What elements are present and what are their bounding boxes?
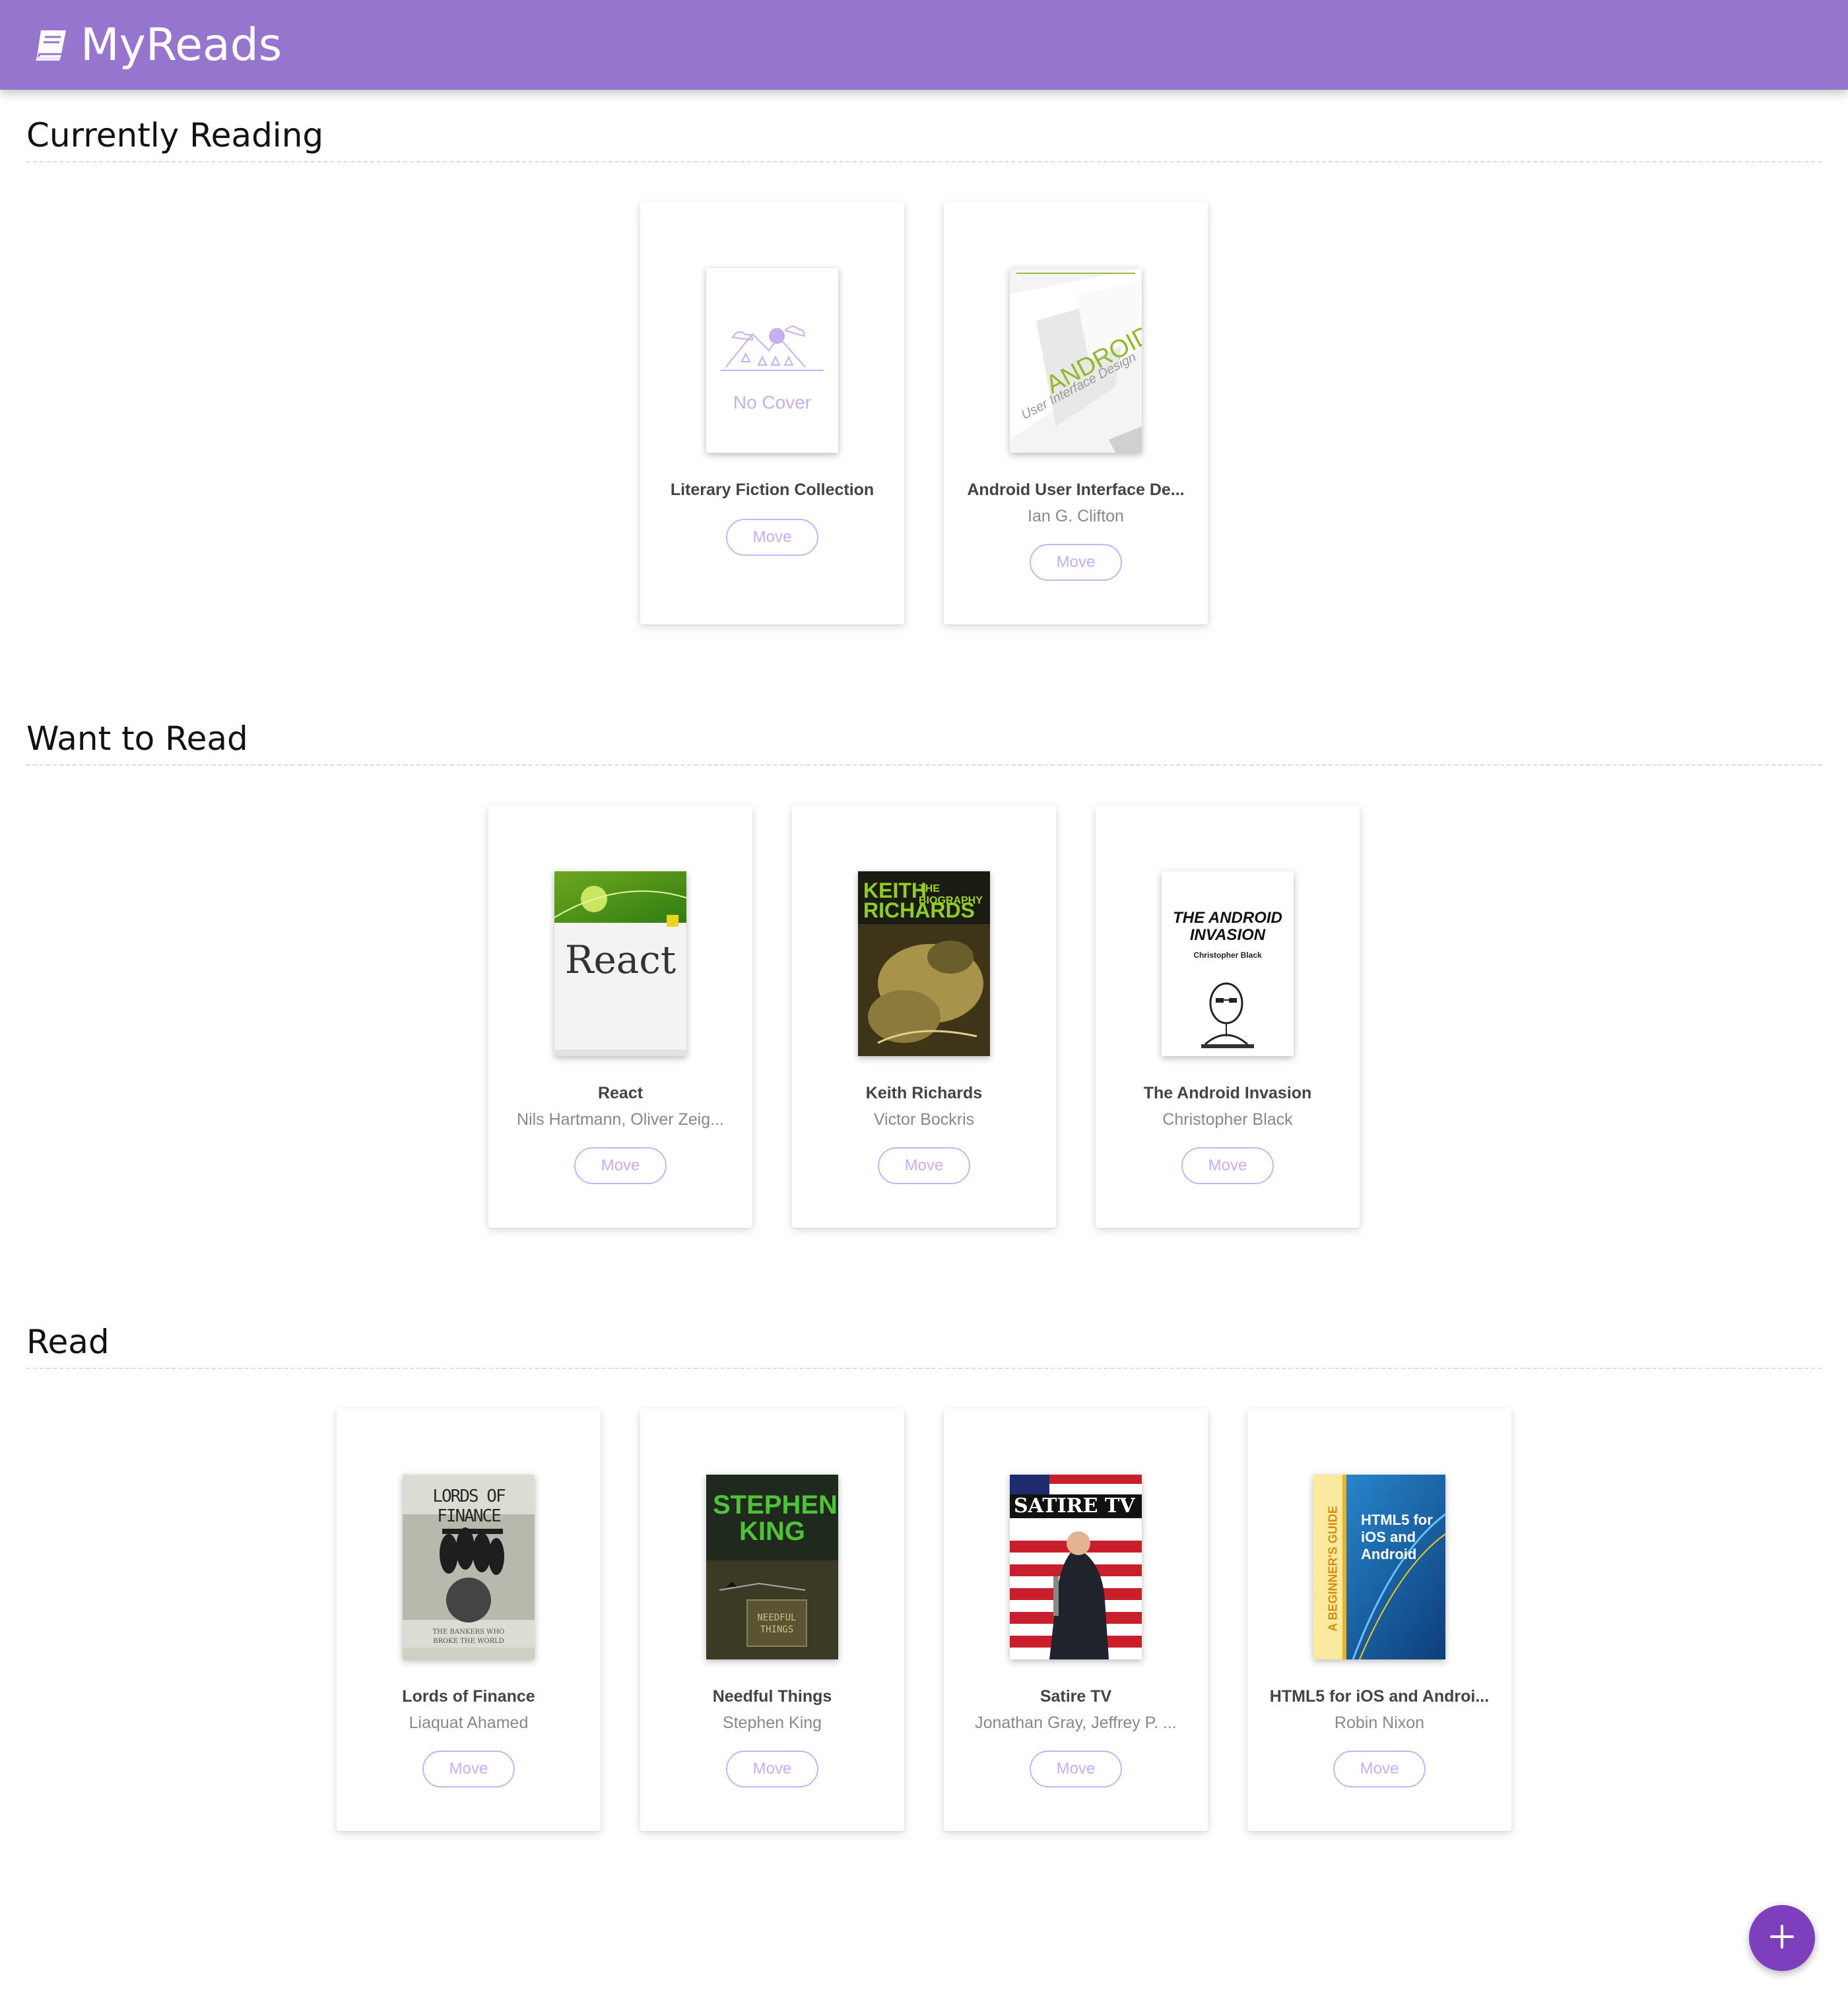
cover-text: HTML5 for iOS and Android [1361,1512,1433,1562]
book-title: Satire TV [1040,1687,1112,1706]
book-author: Victor Bockris [873,1110,975,1129]
shelf-books: React React Nils Hartmann, Oliver Zeig..… [26,766,1822,1228]
book-cover-html5: HTML5 for iOS and Android A BEGINNER'S G… [1313,1475,1445,1659]
move-button[interactable]: Move [726,1751,818,1787]
move-button[interactable]: Move [1333,1751,1426,1787]
shelf-title: Currently Reading [26,117,1822,162]
book-author: Robin Nixon [1334,1714,1425,1732]
cover-text: LORDS OF FINANCE [432,1486,506,1526]
book-cover-lords: LORDS OF FINANCE THE BANKERS WHO BROKE T… [403,1475,535,1659]
cover-text: THE ANDROID INVASION [1173,909,1282,944]
book-cover-needful: STEPHEN KING NEEDFUL THINGS [706,1475,838,1659]
book-title: Needful Things [712,1687,832,1706]
move-button[interactable]: Move [1030,544,1122,581]
book-cover-no-cover: No Cover [706,268,838,453]
book-author: Jonathan Gray, Jeffrey P. ... [975,1714,1177,1732]
app-title: MyReads [81,18,282,71]
move-button[interactable]: Move [878,1147,970,1184]
book-author: Liaquat Ahamed [409,1714,529,1732]
book-card[interactable]: SATIRE TV Satire TV Jonathan Gray, Jeffr… [944,1409,1208,1831]
book-icon [32,24,74,66]
book-title: Literary Fiction Collection [670,481,874,499]
move-button[interactable]: Move [726,519,818,556]
shelf-read: Read LORDS OF FINANCE THE BANKERS WHO BR… [26,1324,1822,1831]
shelf-currently-reading: Currently Reading No Cover Literary Fict… [26,117,1822,624]
shelf-title: Want to Read [26,721,1822,766]
book-title: React [597,1084,644,1102]
book-card[interactable]: React React Nils Hartmann, Oliver Zeig..… [488,805,752,1228]
book-author: Stephen King [722,1714,822,1732]
no-cover-label: No Cover [733,392,812,413]
cover-text: SATIRE TV [1014,1494,1135,1518]
cover-subtext: NEEDFUL THINGS [757,1613,797,1635]
book-card[interactable]: THE BIOGRAPHY KEITH RICHARDS Keith Richa… [792,805,1056,1228]
move-button[interactable]: Move [1181,1147,1274,1184]
book-card[interactable]: THE ANDROID INVASION Christopher Black T… [1096,805,1360,1228]
book-title: Lords of Finance [402,1687,535,1706]
app-header: MyReads [0,0,1848,90]
cover-subtext: THE BANKERS WHO BROKE THE WORLD [432,1628,505,1645]
cover-text: KEITH RICHARDS [863,879,975,922]
book-title: Android User Interface De... [967,481,1185,499]
book-author: Christopher Black [1162,1110,1293,1129]
book-title: HTML5 for iOS and Androi... [1269,1687,1490,1706]
book-cover-satire: SATIRE TV [1010,1475,1142,1659]
book-card[interactable]: HTML5 for iOS and Android A BEGINNER'S G… [1247,1409,1511,1831]
cover-subtext: A BEGINNER'S GUIDE [1326,1506,1340,1632]
book-cover-android-invasion: THE ANDROID INVASION Christopher Black [1162,871,1294,1056]
cover-text: STEPHEN KING [713,1490,838,1546]
move-button[interactable]: Move [422,1751,515,1787]
shelf-want-to-read: Want to Read React React Nils Hartmann, … [26,721,1822,1228]
add-book-button[interactable] [1749,1905,1815,1971]
book-card[interactable]: STEPHEN KING NEEDFUL THINGS Needful Thin… [640,1409,904,1831]
book-card[interactable]: ANDROID User Interface Design Android Us… [944,202,1208,624]
cover-subtext: Christopher Black [1193,951,1262,960]
book-cover-react: React [554,871,686,1056]
cover-text: React [564,937,676,982]
book-author: Nils Hartmann, Oliver Zeig... [517,1110,724,1129]
plus-icon [1767,1922,1797,1954]
book-title: Keith Richards [865,1084,983,1102]
book-cover-android-ui: ANDROID User Interface Design [1010,268,1142,453]
shelf-books: LORDS OF FINANCE THE BANKERS WHO BROKE T… [26,1369,1822,1831]
shelf-books: No Cover Literary Fiction Collection Mov… [26,162,1822,624]
move-button[interactable]: Move [1030,1751,1122,1787]
book-cover-keith: THE BIOGRAPHY KEITH RICHARDS [858,871,990,1056]
move-button[interactable]: Move [574,1147,667,1184]
book-card[interactable]: LORDS OF FINANCE THE BANKERS WHO BROKE T… [337,1409,601,1831]
book-title: The Android Invasion [1143,1084,1312,1102]
book-author: Ian G. Clifton [1028,507,1124,525]
book-card[interactable]: No Cover Literary Fiction Collection Mov… [640,202,904,624]
shelf-title: Read [26,1324,1822,1369]
